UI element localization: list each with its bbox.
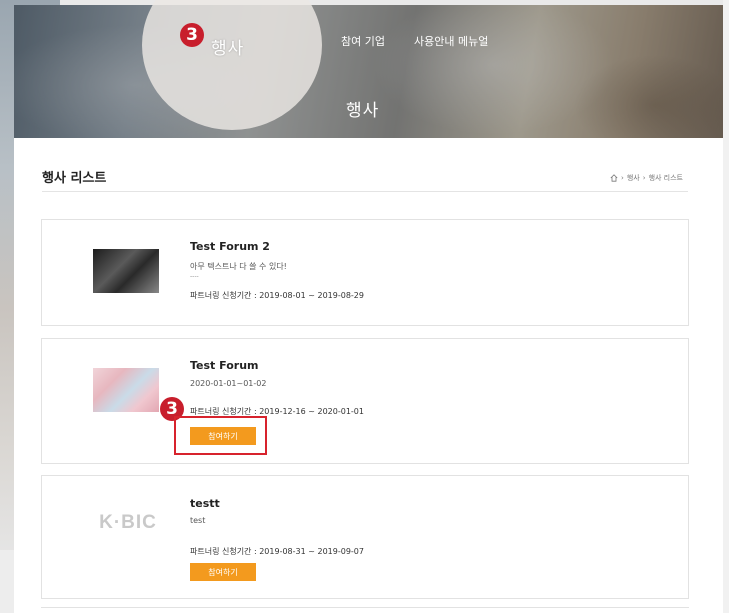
content-panel: 행사 리스트 › 행사 › 행사 리스트 Test Forum 2 아무 텍스트…: [14, 138, 723, 613]
step-badge-top: 3: [180, 23, 204, 47]
highlight-box: [174, 416, 267, 455]
nav-item-events[interactable]: 행사: [211, 34, 244, 59]
event-description: 아무 텍스트나 다 쓸 수 있다!: [190, 262, 287, 271]
nav-item-companies[interactable]: 참여 기업: [341, 33, 385, 49]
event-card[interactable]: Test Forum 2 아무 텍스트나 다 쓸 수 있다! ---- 파트너링…: [41, 219, 689, 326]
event-title[interactable]: Test Forum 2: [190, 240, 270, 253]
event-description: 2020-01-01~01-02: [190, 379, 267, 388]
kbic-logo: K·BIC: [99, 512, 157, 533]
join-button[interactable]: 참여하기: [190, 563, 256, 581]
bottom-divider: [41, 607, 689, 608]
breadcrumb-separator: ›: [642, 174, 646, 182]
breadcrumb-separator: ›: [621, 174, 624, 182]
hero-title: 행사: [346, 101, 380, 121]
event-card[interactable]: K·BIC testt test 파트너링 신청기간 : 2019-08-31 …: [41, 475, 689, 599]
home-icon[interactable]: [610, 174, 618, 182]
nav-item-manual[interactable]: 사용안내 메뉴얼: [414, 33, 488, 49]
event-title[interactable]: Test Forum: [190, 359, 258, 372]
event-thumbnail[interactable]: [93, 368, 159, 412]
heading-divider: [42, 191, 688, 192]
event-thumbnail[interactable]: [93, 249, 159, 293]
breadcrumb: › 행사 › 행사 리스트: [610, 173, 683, 183]
breadcrumb-item-list: 행사 리스트: [648, 174, 683, 182]
event-title[interactable]: testt: [190, 497, 220, 510]
event-thumbnail[interactable]: K·BIC: [93, 508, 163, 538]
page-title: 행사 리스트: [42, 171, 107, 186]
event-dash: ----: [190, 273, 199, 280]
event-description: test: [190, 516, 206, 525]
event-card[interactable]: Test Forum 2020-01-01~01-02 파트너링 신청기간 : …: [41, 338, 689, 464]
event-period: 파트너링 신청기간 : 2019-08-31 ~ 2019-09-07: [190, 547, 364, 556]
breadcrumb-item-events[interactable]: 행사: [627, 173, 640, 183]
event-period: 파트너링 신청기간 : 2019-08-01 ~ 2019-08-29: [190, 291, 364, 300]
right-edge: [723, 0, 729, 613]
